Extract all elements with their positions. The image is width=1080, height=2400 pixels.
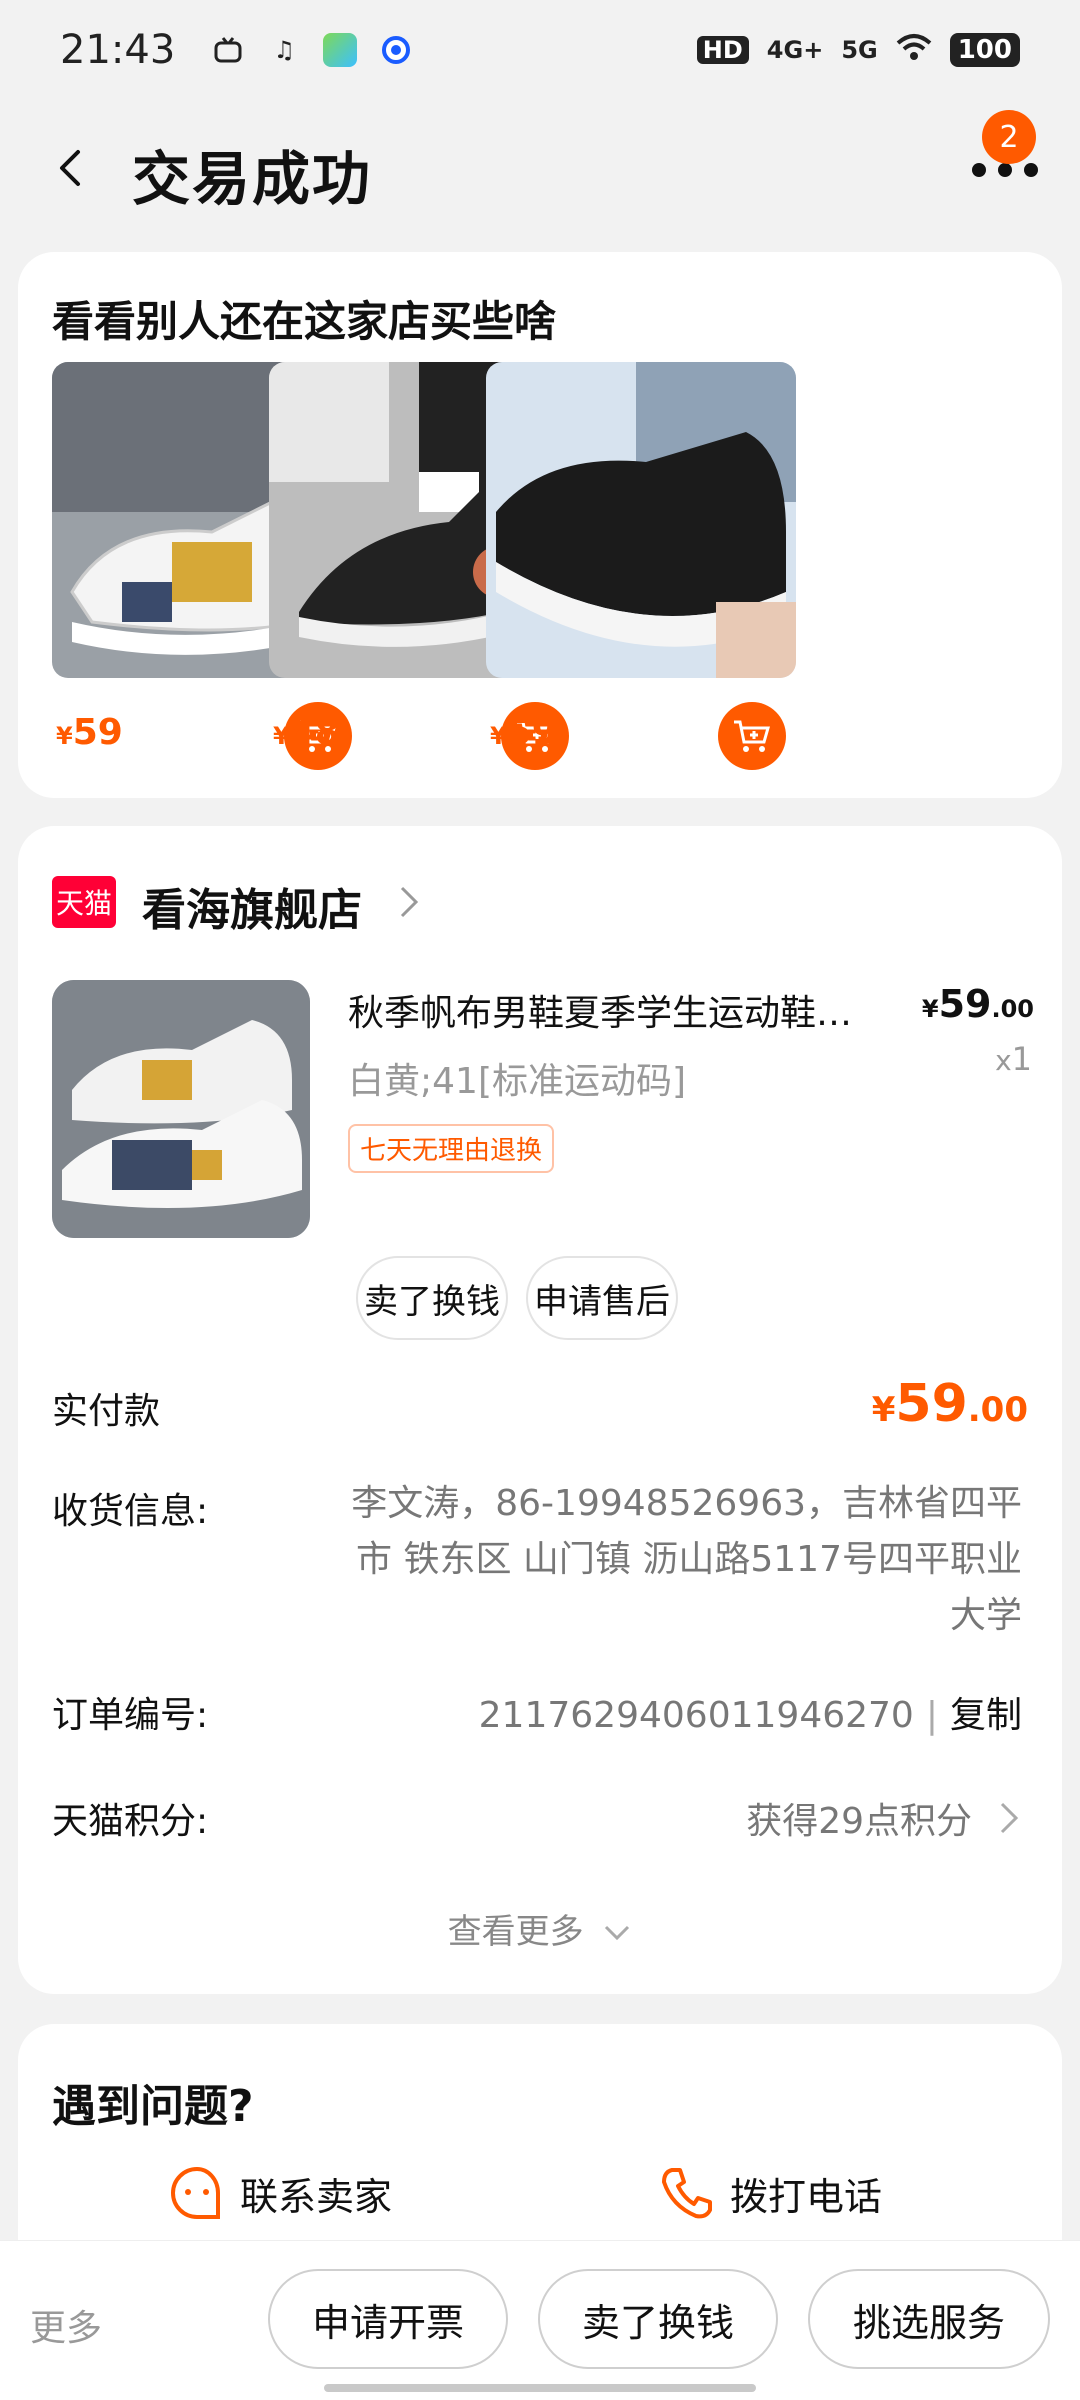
chevron-right-icon[interactable] [996, 1800, 1022, 1836]
tmall-logo: 天猫 [52, 876, 116, 928]
home-indicator [324, 2384, 756, 2392]
battery-indicator: 100 [949, 33, 1020, 67]
page-title: 交易成功 [132, 145, 373, 213]
phone-icon [662, 2168, 712, 2219]
notification-badge: 2 [982, 110, 1036, 164]
points-label: 天猫积分: [52, 1801, 209, 1842]
select-service-button[interactable]: 挑选服务 [808, 2269, 1050, 2369]
signal-5g-icon: 5G [841, 36, 878, 64]
top-header: 交易成功 [0, 110, 1080, 230]
recommend-price: ¥48 [273, 712, 340, 753]
product-price: ¥59.00 [921, 982, 1034, 1026]
bottom-action-bar: 更多 申请开票 卖了换钱 挑选服务 [0, 2240, 1080, 2400]
product-title[interactable]: 秋季帆布男鞋夏季学生运动鞋子男休闲板鞋 [348, 984, 868, 1036]
after-sale-button[interactable]: 申请售后 [526, 1256, 678, 1340]
recommend-price: ¥59 [56, 712, 123, 753]
tv-icon [211, 33, 245, 67]
chevron-right-icon[interactable] [394, 884, 424, 920]
signal-4g-icon: 4G+ [766, 36, 824, 64]
status-time: 21:43 [60, 27, 176, 73]
product-image[interactable] [52, 980, 310, 1238]
recommend-price: ¥59 [490, 712, 557, 753]
paid-amount: ¥59.00 [871, 1374, 1028, 1434]
paid-label: 实付款 [52, 1391, 161, 1432]
order-card: 天猫 看海旗舰店 秋季帆布男鞋夏季学生运动鞋子男休闲板鞋 ¥59.00 x1 白… [18, 826, 1062, 1994]
shipping-address: 李文涛，86-19948526963，吉林省四平市 铁东区 山门镇 沥山路511… [351, 1483, 1022, 1636]
see-more-button[interactable]: 查看更多 [18, 1904, 1062, 1953]
recommendation-title: 看看别人还在这家店买些啥 [52, 297, 557, 346]
recommendation-card: 看看别人还在这家店买些啥 ¥59 ¥48 ¥59 [18, 252, 1062, 798]
add-to-cart-button[interactable] [718, 702, 786, 770]
points-value[interactable]: 获得29点积分 [746, 1792, 972, 1844]
chevron-down-icon [605, 1925, 630, 1941]
invoice-button[interactable]: 申请开票 [268, 2269, 508, 2369]
call-button[interactable]: 拨打电话 [658, 2164, 882, 2222]
shipping-label: 收货信息: [52, 1491, 209, 1532]
notification-icons: ♫ [211, 33, 413, 67]
browser-icon [379, 33, 413, 67]
product-quantity: x1 [995, 1040, 1032, 1078]
contact-seller-button[interactable]: 联系卖家 [168, 2164, 392, 2222]
status-bar: 21:43 ♫ HD 4G+ 5G 100 [0, 0, 1080, 100]
hd-icon: HD [696, 36, 749, 64]
recommend-item[interactable]: ¥59 [486, 362, 796, 792]
return-policy-tag: 七天无理由退换 [348, 1124, 555, 1173]
status-right: HD 4G+ 5G 100 [696, 33, 1020, 67]
order-number-label: 订单编号: [52, 1695, 209, 1736]
copy-button[interactable]: 复制 [950, 1695, 1022, 1736]
sell-for-cash-bottom-button[interactable]: 卖了换钱 [538, 2269, 778, 2369]
product-thumbnail[interactable] [486, 362, 796, 678]
sell-for-cash-button[interactable]: 卖了换钱 [356, 1256, 508, 1340]
product-spec: 白黄;41[标准运动码] [348, 1061, 687, 1102]
app-icon [323, 33, 358, 67]
music-icon: ♫ [273, 36, 296, 64]
order-number: 2117629406011946270 | 复制 [478, 1695, 1022, 1736]
store-name[interactable]: 看海旗舰店 [142, 874, 362, 938]
back-arrow-icon[interactable] [50, 148, 90, 188]
more-button[interactable]: 更多 [30, 2299, 102, 2351]
chat-face-icon [171, 2166, 220, 2219]
wifi-icon [896, 33, 932, 67]
problem-title: 遇到问题? [52, 2081, 254, 2132]
